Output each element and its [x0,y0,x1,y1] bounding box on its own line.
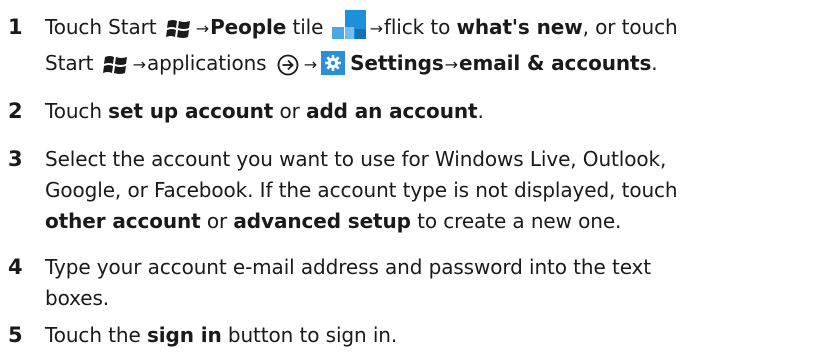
whats-new-label: what's new [456,15,583,39]
settings-label: Settings [350,51,444,75]
step-text: applications [146,51,273,75]
windows-start-icon [165,16,193,38]
step-5-line-1: Touch the sign in button to sign in. [45,318,397,352]
arrow: → [303,55,318,74]
step-text: to create a new one. [410,209,622,233]
people-label: People [210,15,287,39]
step-4-line-1: Type your account e-mail address and pas… [45,255,652,279]
arrow: → [369,19,383,38]
step-number: 4 [8,255,23,279]
step-3-line-3: other account or advanced setup to creat… [45,204,621,238]
step-text: . [651,51,658,75]
other-account-label: other account [45,209,201,233]
set-up-account-label: set up account [108,99,274,123]
step-text: . [477,99,484,123]
step-1-line-1: Touch Start →People tile →flick to what'… [45,10,678,46]
step-text: button to sign in. [221,323,398,347]
step-text: flick to [383,15,457,39]
email-accounts-label: email & accounts [458,51,652,75]
arrow: → [195,19,210,38]
step-text: Touch Start [45,15,163,39]
settings-gear-icon [321,50,346,75]
step-number: 1 [8,15,23,39]
step-number: 2 [8,99,23,123]
step-text: tile [286,15,330,39]
advanced-setup-label: advanced setup [233,209,411,233]
arrow: → [444,55,458,74]
step-2-line-1: Touch set up account or add an account. [45,94,484,128]
step-1-line-2: Start →applications → Settings→email & a… [45,46,658,82]
windows-start-icon [102,52,130,74]
step-text: Touch the [45,323,147,347]
step-text: Touch [45,99,109,123]
arrow: → [132,55,146,74]
step-number: 5 [8,323,23,347]
step-text: or [200,209,234,233]
step-text: , or touch [582,15,678,39]
people-tile-icon [331,10,366,39]
step-text: Start [45,51,100,75]
step-4-line-2: boxes. [45,286,110,310]
sign-in-label: sign in [146,323,222,347]
add-an-account-label: add an account [306,99,478,123]
step-number: 3 [8,147,23,171]
step-text: or [273,99,307,123]
applications-arrow-icon [277,52,299,75]
step-3-line-2: Google, or Facebook. If the account type… [45,178,678,202]
step-3-line-1: Select the account you want to use for W… [45,147,667,171]
